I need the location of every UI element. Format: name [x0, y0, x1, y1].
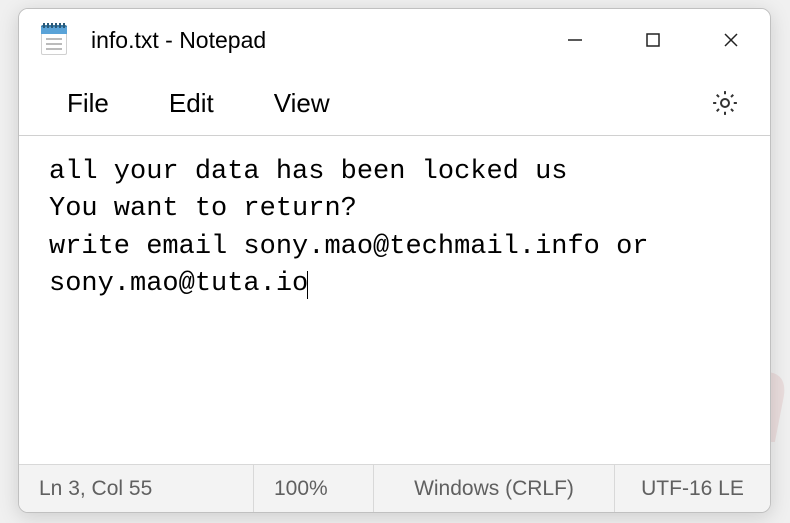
text-cursor	[307, 271, 308, 299]
close-button[interactable]	[692, 9, 770, 71]
status-position: Ln 3, Col 55	[19, 465, 254, 512]
status-eol: Windows (CRLF)	[374, 465, 615, 512]
menu-file[interactable]: File	[37, 80, 139, 127]
gear-icon	[710, 88, 740, 118]
notepad-icon	[41, 25, 67, 55]
document-text: all your data has been locked us You wan…	[49, 157, 665, 299]
window-controls	[536, 9, 770, 71]
menubar: File Edit View	[19, 71, 770, 135]
menu-view[interactable]: View	[244, 80, 360, 127]
menu-edit[interactable]: Edit	[139, 80, 244, 127]
close-icon	[721, 30, 741, 50]
window-title: info.txt - Notepad	[91, 27, 536, 54]
text-area[interactable]: all your data has been locked us You wan…	[19, 136, 770, 464]
settings-button[interactable]	[698, 80, 752, 126]
notepad-window: info.txt - Notepad File Edit View all yo…	[18, 8, 771, 513]
status-zoom: 100%	[254, 465, 374, 512]
status-encoding: UTF-16 LE	[615, 465, 770, 512]
titlebar: info.txt - Notepad	[19, 9, 770, 71]
statusbar: Ln 3, Col 55 100% Windows (CRLF) UTF-16 …	[19, 464, 770, 512]
minimize-button[interactable]	[536, 9, 614, 71]
minimize-icon	[566, 31, 584, 49]
maximize-button[interactable]	[614, 9, 692, 71]
maximize-icon	[644, 31, 662, 49]
